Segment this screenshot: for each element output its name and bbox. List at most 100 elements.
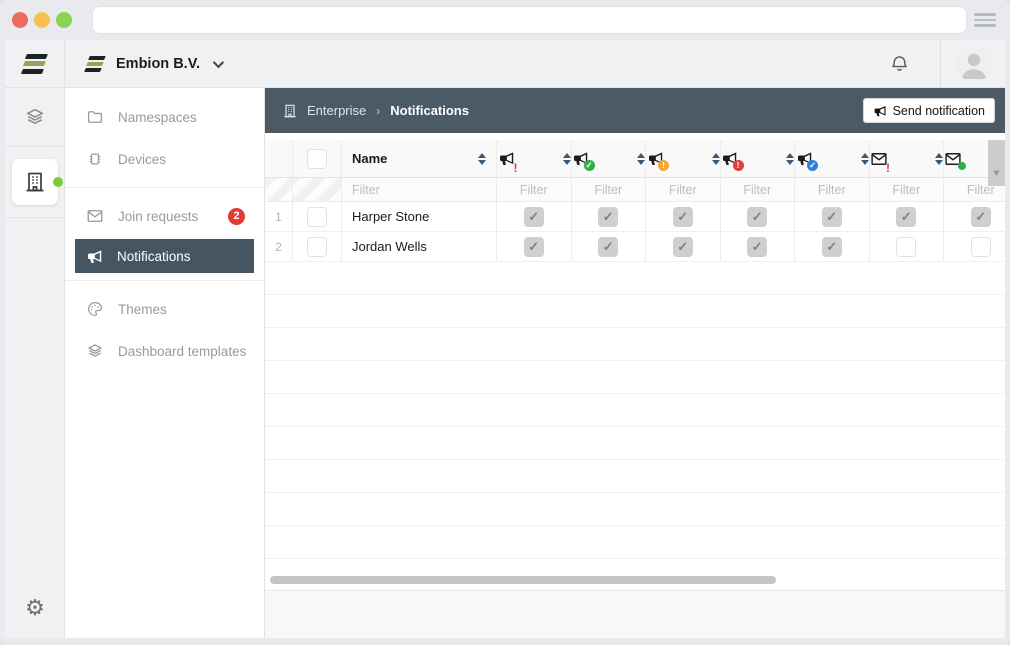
app-window: Embion B.V. (5, 40, 1005, 638)
table-row[interactable]: 1 Harper Stone (265, 202, 1005, 232)
filter-input[interactable]: Filter (572, 178, 647, 201)
notification-checkbox[interactable] (747, 207, 767, 227)
horizontal-scrollbar[interactable] (270, 576, 776, 584)
pref-cell (572, 202, 647, 231)
column-header-notification-4[interactable] (721, 140, 796, 177)
maximize-window-icon[interactable] (56, 12, 72, 28)
notification-checkbox[interactable] (896, 207, 916, 227)
table-header-row: Name (265, 140, 1005, 178)
pref-cell (870, 202, 945, 231)
filter-input[interactable]: Filter (795, 178, 870, 201)
url-bar[interactable] (93, 7, 966, 33)
palette-icon (86, 300, 104, 318)
notification-checkbox[interactable] (747, 237, 767, 257)
bell-icon[interactable] (889, 53, 910, 74)
notification-checkbox[interactable] (598, 207, 618, 227)
icon-rail: ⚙ (5, 88, 65, 638)
breadcrumb-section[interactable]: Enterprise (307, 103, 366, 118)
sidebar-item-join-requests[interactable]: Join requests 2 (65, 195, 264, 237)
chevron-down-icon (213, 56, 224, 67)
layers-icon (86, 342, 104, 360)
sidebar-divider (65, 280, 264, 281)
pref-cell (646, 232, 721, 261)
settings-gear-icon[interactable]: ⚙ (5, 588, 65, 628)
app-logo[interactable] (5, 40, 65, 87)
column-header-notification-3[interactable] (646, 140, 721, 177)
avatar[interactable] (956, 46, 992, 82)
pref-cell (944, 202, 1005, 231)
select-all-checkbox[interactable] (307, 149, 327, 169)
notification-checkbox[interactable] (598, 237, 618, 257)
megaphone-icon (873, 104, 887, 118)
building-icon (12, 159, 58, 205)
sidebar-item-label: Notifications (117, 249, 191, 264)
sort-icon[interactable] (786, 153, 794, 165)
column-header-email-1[interactable] (870, 140, 945, 177)
column-header-notification-1[interactable] (497, 140, 572, 177)
org-switcher[interactable]: Embion B.V. (65, 56, 221, 72)
table-row[interactable]: 2 Jordan Wells (265, 232, 1005, 262)
sort-icon[interactable] (563, 153, 571, 165)
join-requests-badge: 2 (228, 208, 245, 225)
pref-cell (497, 232, 572, 261)
status-badge (883, 163, 894, 174)
building-icon (282, 103, 298, 119)
filter-disabled-cell (293, 178, 342, 201)
sort-icon[interactable] (935, 153, 943, 165)
filter-input[interactable]: Filter (646, 178, 721, 201)
pref-cell (646, 202, 721, 231)
filter-input-name[interactable]: Filter (342, 178, 497, 201)
pref-cell (721, 232, 796, 261)
rail-divider (5, 217, 65, 218)
sidebar-item-dashboard-templates[interactable]: Dashboard templates (65, 330, 264, 372)
rail-item-enterprise[interactable] (5, 153, 65, 211)
envelope-icon (86, 207, 104, 225)
column-header-name[interactable]: Name (342, 140, 497, 177)
column-header-notification-5[interactable] (795, 140, 870, 177)
funnel-icon (992, 169, 1001, 178)
sidebar-divider (65, 187, 264, 188)
row-number-header (265, 140, 293, 177)
row-name: Jordan Wells (342, 232, 497, 261)
filter-input[interactable]: Filter (721, 178, 796, 201)
notification-checkbox[interactable] (822, 237, 842, 257)
filter-input[interactable]: Filter (870, 178, 945, 201)
row-select-checkbox[interactable] (307, 237, 327, 257)
pref-cell (795, 232, 870, 261)
org-name: Embion B.V. (116, 56, 200, 72)
rail-item-templates[interactable] (5, 88, 65, 146)
filter-input[interactable]: Filter (497, 178, 572, 201)
sort-icon[interactable] (478, 153, 486, 165)
row-number: 2 (265, 232, 293, 261)
column-header-notification-2[interactable] (572, 140, 647, 177)
sidebar-item-namespaces[interactable]: Namespaces (65, 96, 264, 138)
sort-icon[interactable] (861, 153, 869, 165)
sort-icon[interactable] (712, 153, 720, 165)
status-badge (510, 163, 521, 174)
row-select-cell (293, 202, 342, 231)
minimize-window-icon[interactable] (34, 12, 50, 28)
row-name: Harper Stone (342, 202, 497, 231)
notification-checkbox[interactable] (822, 207, 842, 227)
sort-icon[interactable] (637, 153, 645, 165)
sidebar-item-devices[interactable]: Devices (65, 138, 264, 180)
notification-checkbox[interactable] (524, 207, 544, 227)
send-notification-button[interactable]: Send notification (863, 98, 995, 123)
notification-checkbox[interactable] (673, 237, 693, 257)
filter-disabled-cell (265, 178, 293, 201)
close-window-icon[interactable] (12, 12, 28, 28)
header-divider (940, 40, 941, 87)
main-content: Enterprise › Notifications Send notifica… (265, 88, 1005, 638)
hamburger-icon[interactable] (974, 13, 996, 27)
pref-cell (944, 232, 1005, 261)
notification-checkbox[interactable] (896, 237, 916, 257)
row-select-checkbox[interactable] (307, 207, 327, 227)
notification-checkbox[interactable] (524, 237, 544, 257)
sidebar-item-themes[interactable]: Themes (65, 288, 264, 330)
sidebar-item-notifications[interactable]: Notifications (75, 239, 254, 273)
notification-checkbox[interactable] (971, 207, 991, 227)
notification-checkbox[interactable] (673, 207, 693, 227)
table-filter-strip[interactable] (988, 140, 1005, 186)
status-badge (658, 160, 669, 171)
notification-checkbox[interactable] (971, 237, 991, 257)
